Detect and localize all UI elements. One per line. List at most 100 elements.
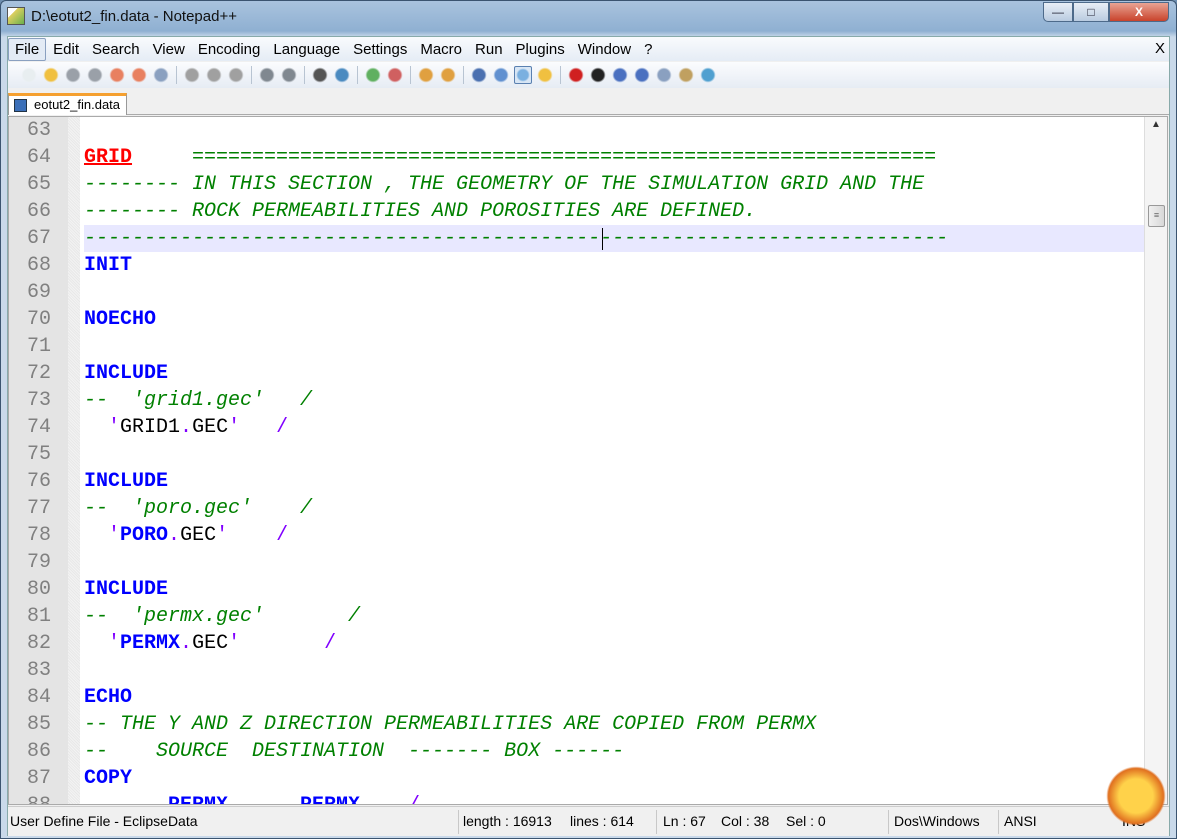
line-text[interactable]: -- 'grid1.gec' /	[84, 387, 1144, 414]
menu-encoding[interactable]: Encoding	[192, 39, 267, 60]
close-icon[interactable]	[108, 66, 126, 84]
line-text[interactable]: -- THE Y AND Z DIRECTION PERMEABILITIES …	[84, 711, 1144, 738]
line-number: 72	[26, 362, 51, 385]
notepad-app-icon	[7, 7, 25, 25]
token-q: '	[216, 524, 229, 547]
run-macro-multiple-icon[interactable]	[633, 66, 651, 84]
menu-language[interactable]: Language	[267, 39, 346, 60]
line-text[interactable]: NOECHO	[84, 306, 1144, 333]
line-number: 76	[26, 470, 51, 493]
line-number: 83	[26, 659, 51, 682]
line-text[interactable]: ----------------------------------------…	[84, 225, 1144, 252]
menu-run[interactable]: Run	[469, 39, 509, 60]
token-cm: -------- IN THIS SECTION , THE GEOMETRY …	[84, 173, 925, 196]
copy-icon[interactable]	[205, 66, 223, 84]
zoom-in-icon[interactable]	[364, 66, 382, 84]
close-all-icon[interactable]	[130, 66, 148, 84]
vertical-scrollbar[interactable]: ▲ ≡	[1144, 117, 1167, 804]
status-eol: Dos\Windows	[894, 813, 980, 829]
scrollbar-thumb[interactable]: ≡	[1148, 205, 1165, 227]
line-text[interactable]: 'PORO.GEC' /	[84, 522, 1144, 549]
line-text[interactable]: COPY	[84, 765, 1144, 792]
minimize-button[interactable]: —	[1043, 2, 1073, 22]
line-text[interactable]: INIT	[84, 252, 1144, 279]
play-macro-icon[interactable]	[611, 66, 629, 84]
user-defined-lang-icon[interactable]	[536, 66, 554, 84]
line-text[interactable]: -- SOURCE DESTINATION ------- BOX ------	[84, 738, 1144, 765]
token-kw: PORO	[120, 524, 169, 547]
sync-horizontal-icon[interactable]	[439, 66, 457, 84]
line-text[interactable]	[84, 117, 1144, 144]
token-cm: -- 'grid1.gec' /	[84, 389, 313, 412]
menu-settings[interactable]: Settings	[347, 39, 413, 60]
line-text[interactable]	[84, 279, 1144, 306]
line-text[interactable]: PERMX PERMX /	[84, 792, 1144, 804]
save-all-icon[interactable]	[86, 66, 104, 84]
window-title: D:\eotut2_fin.data - Notepad++	[31, 8, 237, 25]
find-icon[interactable]	[311, 66, 329, 84]
save-icon[interactable]	[64, 66, 82, 84]
token-q: '	[108, 416, 121, 439]
token-kw: INCLUDE	[84, 362, 169, 385]
token-kw: INIT	[84, 254, 133, 277]
line-text[interactable]: INCLUDE	[84, 576, 1144, 603]
line-text[interactable]: INCLUDE	[84, 468, 1144, 495]
token-str: GEC	[180, 524, 217, 547]
tab-bar: eotut2_fin.data	[8, 89, 1169, 115]
line-text[interactable]: -- 'poro.gec' /	[84, 495, 1144, 522]
line-text[interactable]: -------- IN THIS SECTION , THE GEOMETRY …	[84, 171, 1144, 198]
editor-line: 80 INCLUDE	[9, 576, 1144, 603]
stop-record-icon[interactable]	[589, 66, 607, 84]
print-icon[interactable]	[152, 66, 170, 84]
replace-icon[interactable]	[333, 66, 351, 84]
line-text[interactable]	[84, 549, 1144, 576]
close-button[interactable]: X	[1109, 2, 1169, 22]
editor-line: 88 PERMX PERMX /	[9, 792, 1144, 804]
menu-plugins[interactable]: Plugins	[510, 39, 571, 60]
code-editor[interactable]: 63 64 GRID ===============================…	[8, 116, 1168, 805]
undo-icon[interactable]	[258, 66, 276, 84]
menu-search[interactable]: Search	[86, 39, 146, 60]
menu-help[interactable]: ?	[638, 39, 658, 60]
cut-icon[interactable]	[183, 66, 201, 84]
line-text[interactable]	[84, 333, 1144, 360]
line-text[interactable]: 'GRID1.GEC' /	[84, 414, 1144, 441]
save-macro-icon[interactable]	[655, 66, 673, 84]
line-text[interactable]: -- 'permx.gec' /	[84, 603, 1144, 630]
line-text[interactable]	[84, 441, 1144, 468]
zoom-out-icon[interactable]	[386, 66, 404, 84]
line-text[interactable]: INCLUDE	[84, 360, 1144, 387]
menu-file[interactable]: File	[8, 37, 47, 61]
folder-open-icon[interactable]	[677, 66, 695, 84]
line-text[interactable]	[84, 657, 1144, 684]
redo-icon[interactable]	[280, 66, 298, 84]
editor-line: 73 -- 'grid1.gec' /	[9, 387, 1144, 414]
line-text[interactable]: GRID ===================================…	[84, 144, 1144, 171]
line-text[interactable]: 'PERMX.GEC' /	[84, 630, 1144, 657]
menu-edit[interactable]: Edit	[47, 39, 85, 60]
token-kw: INCLUDE	[84, 470, 169, 493]
close-document-button[interactable]: X	[1155, 40, 1165, 57]
paste-icon[interactable]	[227, 66, 245, 84]
maximize-button[interactable]: □	[1073, 2, 1109, 22]
token-sec: GRID	[84, 146, 133, 169]
token-str: GEC	[192, 632, 229, 655]
line-text[interactable]: -------- ROCK PERMEABILITIES AND POROSIT…	[84, 198, 1144, 225]
record-macro-icon[interactable]	[567, 66, 585, 84]
show-all-chars-icon[interactable]	[492, 66, 510, 84]
menu-view[interactable]: View	[147, 39, 191, 60]
tab-eotut2-fin-data[interactable]: eotut2_fin.data	[8, 93, 127, 115]
token-q: .	[168, 524, 181, 547]
toolbar-separator	[176, 66, 177, 84]
indent-guide-icon[interactable]	[514, 66, 532, 84]
new-file-icon[interactable]	[20, 66, 38, 84]
scroll-up-arrow-icon[interactable]: ▲	[1151, 119, 1161, 130]
token-str: GRID1	[120, 416, 181, 439]
menu-macro[interactable]: Macro	[414, 39, 468, 60]
sync-vertical-icon[interactable]	[417, 66, 435, 84]
spell-check-icon[interactable]	[699, 66, 717, 84]
menu-window[interactable]: Window	[572, 39, 637, 60]
line-text[interactable]: ECHO	[84, 684, 1144, 711]
open-file-icon[interactable]	[42, 66, 60, 84]
word-wrap-icon[interactable]	[470, 66, 488, 84]
